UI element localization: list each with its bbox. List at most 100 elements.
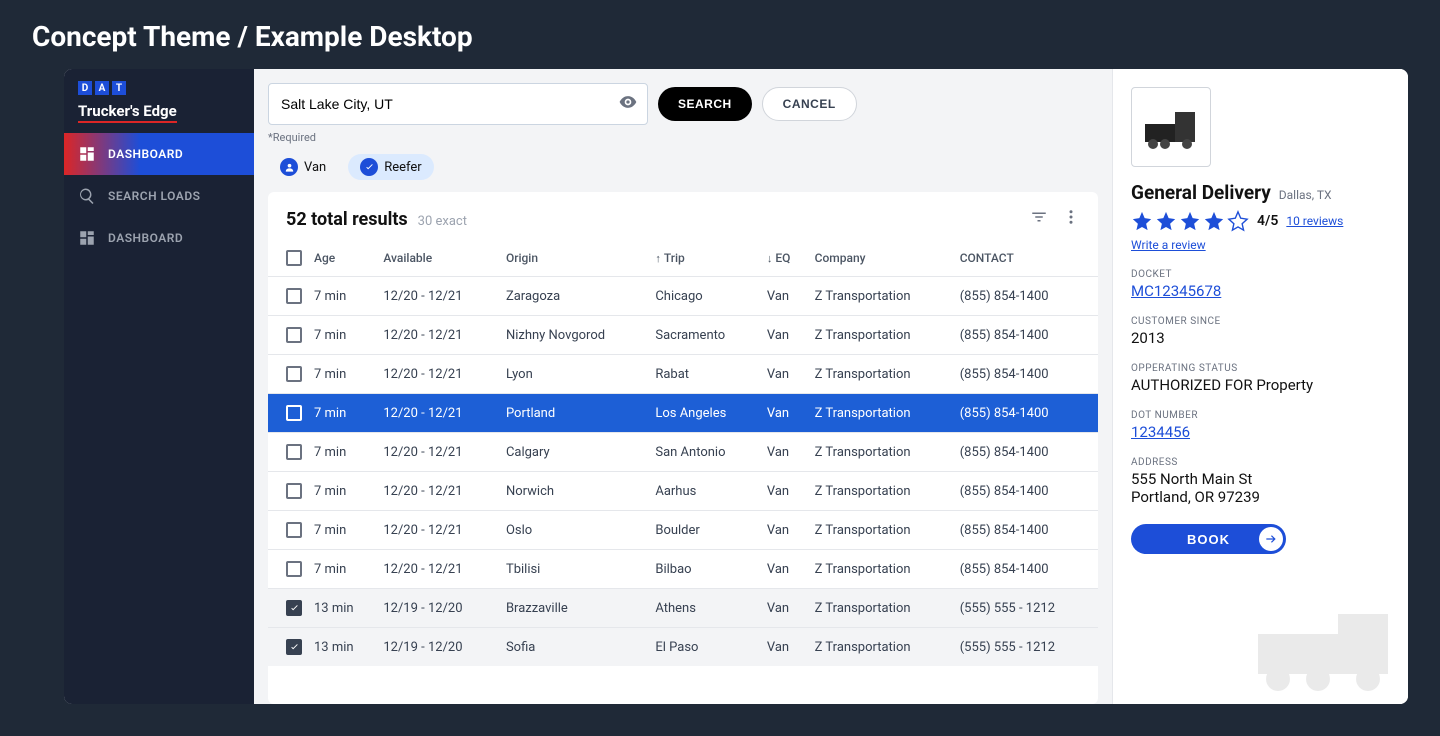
col-eq[interactable]: ↓EQ [761, 240, 809, 277]
cell-eq: Van [761, 394, 809, 433]
cell-eq: Van [761, 511, 809, 550]
cell-contact: (855) 854-1400 [954, 394, 1098, 433]
table-row[interactable]: 7 min 12/20 - 12/21 Norwich Aarhus Van Z… [268, 472, 1098, 511]
cell-company: Z Transportation [809, 433, 954, 472]
row-checkbox[interactable] [286, 483, 302, 499]
cell-available: 12/20 - 12/21 [377, 433, 500, 472]
search-input[interactable] [268, 83, 648, 125]
cell-trip: Los Angeles [649, 394, 761, 433]
sidebar: D A T Trucker's Edge DASHBOARDSEARCH LOA… [64, 69, 254, 704]
select-all-checkbox[interactable] [286, 250, 302, 266]
table-row[interactable]: 7 min 12/20 - 12/21 Calgary San Antonio … [268, 433, 1098, 472]
book-button[interactable]: BOOK [1131, 524, 1286, 554]
detail-value: 555 North Main StPortland, OR 97239 [1131, 470, 1390, 506]
chip-van[interactable]: Van [268, 154, 338, 180]
cell-origin: Oslo [500, 511, 649, 550]
col-contact[interactable]: CONTACT [954, 240, 1098, 277]
nav-label: DASHBOARD [108, 147, 183, 161]
table-row[interactable]: 7 min 12/20 - 12/21 Lyon Rabat Van Z Tra… [268, 355, 1098, 394]
results-exact: 30 exact [418, 214, 467, 229]
cell-contact: (855) 854-1400 [954, 550, 1098, 589]
nav-item-dashboard[interactable]: DASHBOARD [64, 133, 254, 175]
row-checkbox[interactable] [286, 522, 302, 538]
cell-age: 7 min [308, 394, 377, 433]
nav-item-dashboard[interactable]: DASHBOARD [64, 217, 254, 259]
cell-age: 7 min [308, 511, 377, 550]
nav-item-search-loads[interactable]: SEARCH LOADS [64, 175, 254, 217]
col-age[interactable]: Age [308, 240, 377, 277]
table-row[interactable]: 13 min 12/19 - 12/20 Sofia El Paso Van Z… [268, 628, 1098, 667]
required-hint: *Required [254, 131, 1112, 154]
cell-age: 7 min [308, 355, 377, 394]
cell-origin: Nizhny Novgorod [500, 316, 649, 355]
more-icon[interactable] [1062, 208, 1080, 230]
table-row[interactable]: 7 min 12/20 - 12/21 Nizhny Novgorod Sacr… [268, 316, 1098, 355]
row-checkbox[interactable] [286, 327, 302, 343]
detail-label: DOCKET [1131, 269, 1390, 280]
filter-icon[interactable] [1030, 208, 1048, 230]
sort-desc-icon: ↓ [767, 252, 773, 265]
cell-eq: Van [761, 433, 809, 472]
results-count: 52 total results [286, 209, 408, 230]
row-checkbox[interactable] [286, 288, 302, 304]
cell-age: 7 min [308, 316, 377, 355]
col-origin[interactable]: Origin [500, 240, 649, 277]
cell-trip: Boulder [649, 511, 761, 550]
detail-field-address: ADDRESS 555 North Main StPortland, OR 97… [1131, 457, 1390, 506]
cell-age: 7 min [308, 472, 377, 511]
sort-asc-icon: ↑ [655, 252, 661, 265]
cell-trip: Sacramento [649, 316, 761, 355]
cell-company: Z Transportation [809, 277, 954, 316]
brand-name: Trucker's Edge [78, 102, 177, 123]
detail-panel: General Delivery Dallas, TX 4/5 10 revie… [1112, 69, 1408, 704]
table-row[interactable]: 7 min 12/20 - 12/21 Oslo Boulder Van Z T… [268, 511, 1098, 550]
table-row[interactable]: 7 min 12/20 - 12/21 Portland Los Angeles… [268, 394, 1098, 433]
chip-reefer[interactable]: Reefer [348, 154, 433, 180]
col-company[interactable]: Company [809, 240, 954, 277]
cell-eq: Van [761, 355, 809, 394]
col-available[interactable]: Available [377, 240, 500, 277]
row-checkbox[interactable] [286, 600, 302, 616]
cell-eq: Van [761, 589, 809, 628]
detail-value[interactable]: MC12345678 [1131, 282, 1390, 300]
main-panel: SEARCH CANCEL *Required Van Reefer 52 tot… [254, 69, 1112, 704]
row-checkbox[interactable] [286, 405, 302, 421]
cell-available: 12/20 - 12/21 [377, 355, 500, 394]
chip-label: Van [304, 160, 326, 175]
detail-field-docket: DOCKET MC12345678 [1131, 269, 1390, 300]
table-row[interactable]: 7 min 12/20 - 12/21 Zaragoza Chicago Van… [268, 277, 1098, 316]
rating-stars [1131, 210, 1249, 232]
col-trip[interactable]: ↑Trip [649, 240, 761, 277]
detail-label: CUSTOMER SINCE [1131, 316, 1390, 327]
table-row[interactable]: 13 min 12/19 - 12/20 Brazzaville Athens … [268, 589, 1098, 628]
search-icon [78, 187, 96, 205]
reviews-link[interactable]: 10 reviews [1286, 214, 1343, 228]
detail-label: DOT NUMBER [1131, 410, 1390, 421]
row-checkbox[interactable] [286, 444, 302, 460]
cell-age: 7 min [308, 550, 377, 589]
write-review-link[interactable]: Write a review [1131, 238, 1206, 252]
results-card: 52 total results 30 exact AgeAvailableOr… [268, 192, 1098, 704]
cell-available: 12/20 - 12/21 [377, 472, 500, 511]
row-checkbox[interactable] [286, 561, 302, 577]
row-checkbox[interactable] [286, 639, 302, 655]
detail-field-opperating-status: OPPERATING STATUS AUTHORIZED FOR Propert… [1131, 363, 1390, 394]
brand-logo: D A T [78, 81, 240, 95]
star-icon [1179, 210, 1201, 232]
cell-trip: Bilbao [649, 550, 761, 589]
cell-company: Z Transportation [809, 511, 954, 550]
search-button[interactable]: SEARCH [658, 87, 752, 121]
dashboard-icon [78, 145, 96, 163]
search-input-wrap [268, 83, 648, 125]
company-location: Dallas, TX [1279, 188, 1332, 202]
cell-available: 12/20 - 12/21 [377, 511, 500, 550]
row-checkbox[interactable] [286, 366, 302, 382]
detail-value[interactable]: 1234456 [1131, 423, 1390, 441]
cell-company: Z Transportation [809, 628, 954, 667]
cancel-button[interactable]: CANCEL [762, 87, 857, 121]
detail-field-customer-since: CUSTOMER SINCE 2013 [1131, 316, 1390, 347]
table-row[interactable]: 7 min 12/20 - 12/21 Tbilisi Bilbao Van Z… [268, 550, 1098, 589]
cell-available: 12/19 - 12/20 [377, 589, 500, 628]
brand-letter: A [95, 81, 109, 95]
visibility-icon[interactable] [618, 92, 638, 116]
